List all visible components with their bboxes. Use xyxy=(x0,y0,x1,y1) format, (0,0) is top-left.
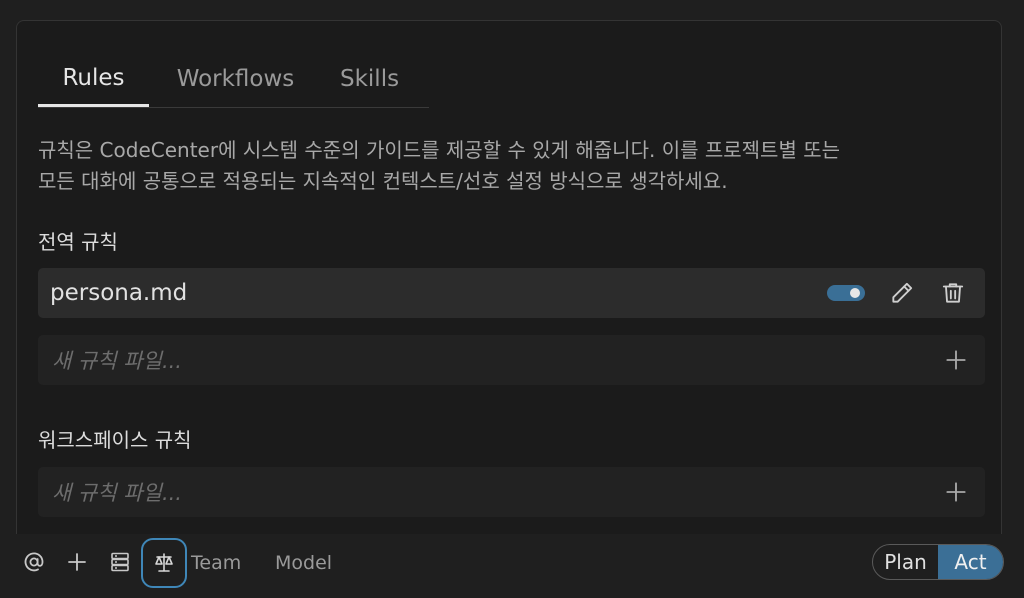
plus-icon[interactable] xyxy=(65,550,89,574)
bottom-toolbar: Team Model Plan Act xyxy=(0,534,1024,598)
new-global-rule-input[interactable] xyxy=(50,335,904,387)
workspace-rules-title: 워크스페이스 규칙 xyxy=(38,428,192,452)
scale-icon xyxy=(152,551,176,575)
plan-act-toggle: Plan Act xyxy=(872,544,1004,580)
server-icon[interactable] xyxy=(108,550,132,574)
add-global-rule-button[interactable] xyxy=(943,347,969,373)
description-line-2: 모든 대화에 공통으로 적용되는 지속적인 컨텍스트/선호 설정 방식으로 생각… xyxy=(38,169,728,193)
rule-enable-toggle[interactable] xyxy=(827,285,865,301)
global-rules-title: 전역 규칙 xyxy=(38,230,118,254)
rules-description: 규칙은 CodeCenter에 시스템 수준의 가이드를 제공할 수 있게 해줍… xyxy=(38,135,993,197)
team-button[interactable]: Team xyxy=(191,552,241,574)
plan-mode-button[interactable]: Plan xyxy=(873,545,938,579)
tab-skills[interactable]: Skills xyxy=(322,51,429,107)
trash-icon[interactable] xyxy=(940,280,966,306)
rule-item-name: persona.md xyxy=(50,280,188,306)
new-global-rule-row xyxy=(38,335,985,387)
rule-item: persona.md xyxy=(38,268,985,318)
act-mode-button[interactable]: Act xyxy=(938,545,1003,579)
toggle-knob xyxy=(850,288,860,298)
tab-bar: Rules Workflows Skills xyxy=(38,51,429,108)
rules-panel: Rules Workflows Skills 규칙은 CodeCenter에 시… xyxy=(16,20,1002,534)
description-line-1: 규칙은 CodeCenter에 시스템 수준의 가이드를 제공할 수 있게 해줍… xyxy=(38,138,841,162)
model-button[interactable]: Model xyxy=(275,552,332,574)
new-workspace-rule-row xyxy=(38,467,985,519)
tab-workflows[interactable]: Workflows xyxy=(149,51,322,107)
rules-button[interactable] xyxy=(141,538,187,588)
new-workspace-rule-input[interactable] xyxy=(50,467,904,519)
pencil-icon[interactable] xyxy=(889,280,915,306)
tab-rules[interactable]: Rules xyxy=(38,51,149,107)
add-workspace-rule-button[interactable] xyxy=(943,479,969,505)
at-icon[interactable] xyxy=(22,550,46,574)
